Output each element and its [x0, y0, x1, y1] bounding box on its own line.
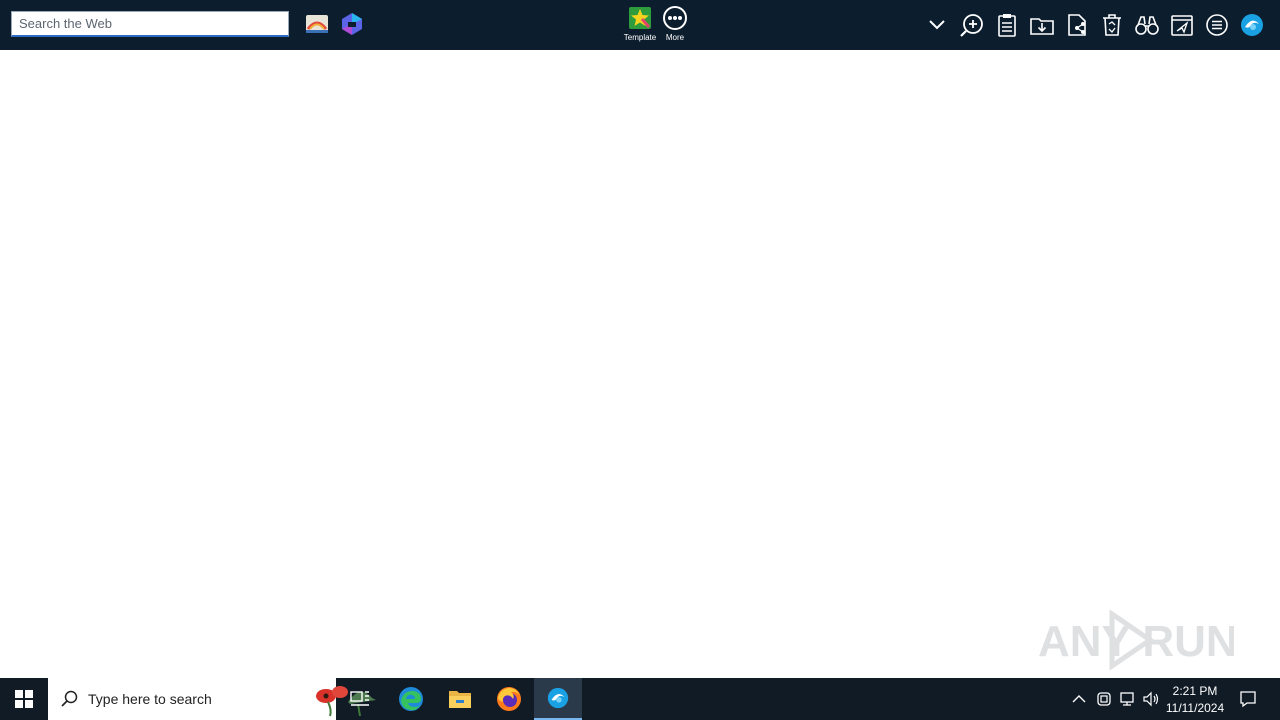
more-icon [663, 6, 687, 30]
file-share-icon[interactable] [1063, 11, 1091, 39]
web-search-input[interactable] [11, 11, 289, 37]
zoom-icon[interactable] [958, 11, 986, 39]
taskbar-search-box[interactable]: Type here to search [48, 678, 376, 720]
chevron-down-icon[interactable] [923, 11, 951, 39]
more-button[interactable]: More [655, 5, 695, 47]
copilot-icon[interactable] [339, 11, 365, 37]
template-label: Template [623, 33, 657, 42]
windows-taskbar: Type here to search 2:21 PM 11/11/2024 [0, 678, 1280, 720]
menu-circle-icon[interactable] [1203, 11, 1231, 39]
browser-content-area [0, 50, 1280, 678]
anyrun-watermark: ANY RUN [1038, 610, 1234, 670]
firefox-icon[interactable] [485, 678, 533, 720]
watermark-text: ANY RUN [1038, 617, 1234, 666]
magnifier-icon [61, 690, 78, 707]
windows-start-icon[interactable] [0, 678, 48, 720]
paint-icon[interactable] [304, 11, 330, 37]
clock-time: 2:21 PM [1172, 684, 1218, 698]
template-button[interactable]: Template [620, 5, 660, 47]
file-explorer-icon[interactable] [436, 678, 484, 720]
meet-now-icon[interactable] [1093, 678, 1115, 720]
template-icon [629, 7, 651, 29]
network-icon[interactable] [1116, 678, 1138, 720]
active-app-icon[interactable] [534, 678, 582, 720]
more-label: More [665, 33, 685, 42]
clock-date: 11/11/2024 [1165, 701, 1225, 715]
task-view-icon[interactable] [336, 678, 384, 720]
notification-icon[interactable] [1234, 678, 1262, 720]
recycle-bin-icon[interactable] [1098, 11, 1126, 39]
clipboard-icon[interactable] [993, 11, 1021, 39]
app-logo-icon[interactable] [1238, 11, 1266, 39]
top-toolbar: Template More [0, 0, 1280, 50]
taskbar-search-placeholder: Type here to search [88, 691, 212, 707]
chevron-up-icon[interactable] [1068, 678, 1090, 720]
folder-download-icon[interactable] [1028, 11, 1056, 39]
edge-icon[interactable] [387, 678, 435, 720]
binoculars-icon[interactable] [1133, 11, 1161, 39]
volume-icon[interactable] [1140, 678, 1162, 720]
send-icon[interactable] [1168, 11, 1196, 39]
taskbar-clock[interactable]: 2:21 PM 11/11/2024 [1162, 683, 1228, 717]
